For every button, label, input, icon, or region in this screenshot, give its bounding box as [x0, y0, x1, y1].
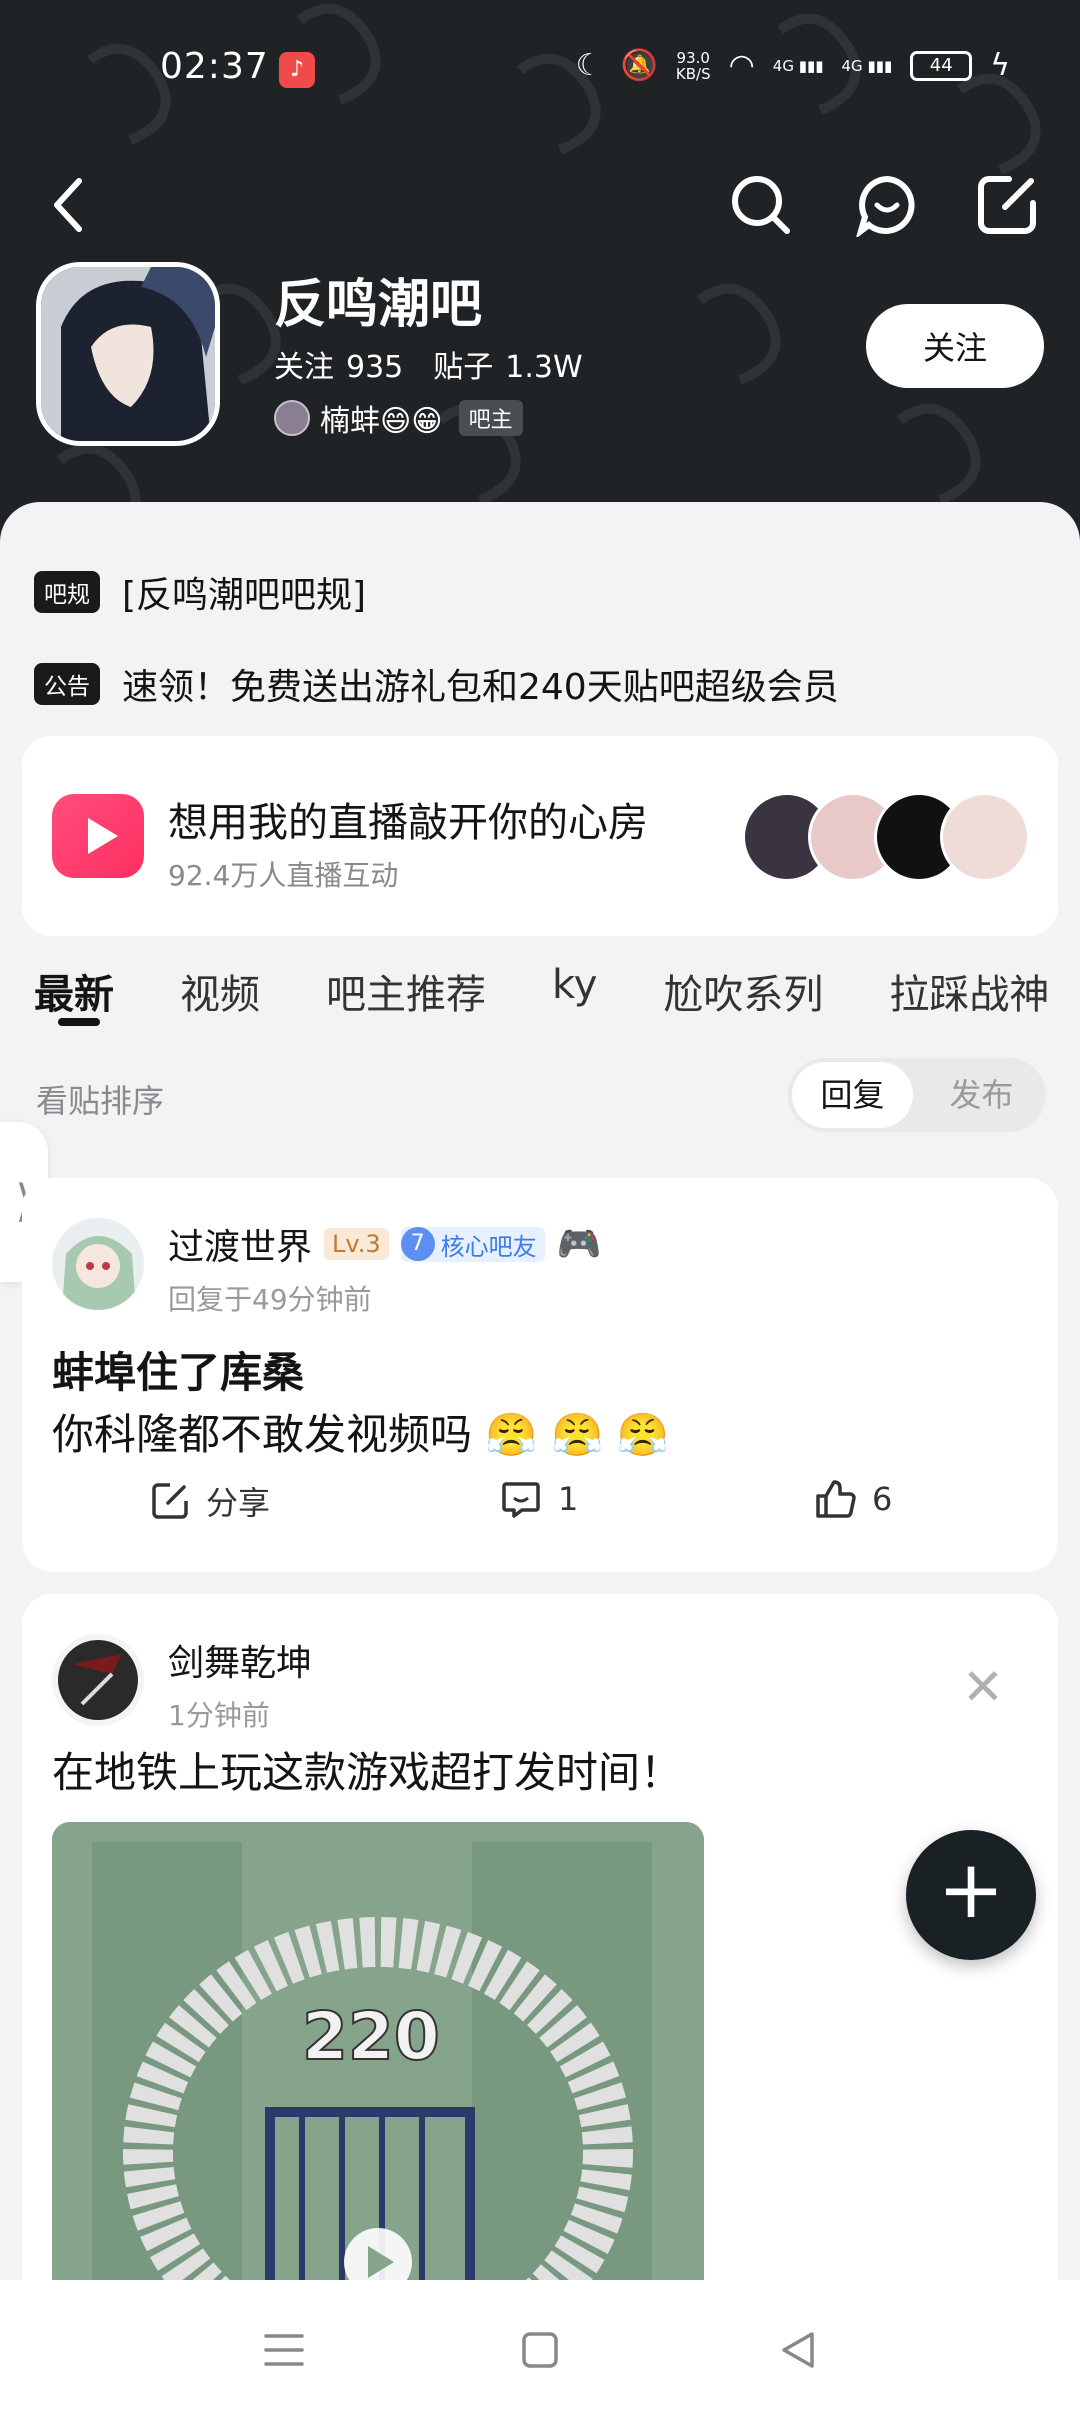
back-triangle-icon — [782, 2332, 814, 2368]
message-button[interactable] — [852, 170, 922, 240]
charging-icon: ϟ — [990, 48, 1010, 83]
status-time: 02:37 — [160, 46, 269, 87]
live-banner[interactable]: 想用我的直播敲开你的心房 92.4万人直播互动 — [22, 736, 1058, 936]
search-icon — [732, 176, 790, 234]
music-app-icon: ♪ — [279, 52, 315, 88]
tab-video[interactable]: 视频 — [180, 962, 260, 1042]
post-time: 1分钟前 — [168, 1699, 270, 1732]
tab-owner-pick[interactable]: 吧主推荐 — [326, 962, 486, 1042]
gamepad-icon: 🎮 — [556, 1224, 602, 1265]
forum-stats: 关注 935 贴子 1.3W — [274, 342, 583, 386]
user-avatar-image — [52, 1218, 144, 1310]
back-nav-button[interactable] — [768, 2320, 828, 2380]
video-overlay-number: 220 — [301, 1997, 441, 2076]
create-post-button[interactable]: + — [906, 1830, 1036, 1960]
forum-content: 吧规 [反鸣潮吧吧规] 公告 速领！免费送出游礼包和240天贴吧超级会员 想用我… — [0, 502, 1080, 2354]
follow-button[interactable]: 关注 — [866, 304, 1044, 388]
announcement-tag: 公告 — [34, 663, 100, 705]
forum-owner[interactable]: 楠蚌😄😁 吧主 — [274, 396, 523, 440]
system-nav-bar — [0, 2280, 1080, 2412]
sort-label: 看贴排序 — [36, 1082, 165, 1120]
comment-icon — [502, 1482, 540, 1518]
net-speed: 93.0 KB/S — [675, 48, 711, 83]
edit-icon — [978, 176, 1036, 234]
like-button[interactable]: 6 — [814, 1478, 892, 1520]
rules-notice[interactable]: 吧规 [反鸣潮吧吧规] — [34, 566, 366, 618]
chat-icon — [856, 175, 915, 237]
announcement-notice[interactable]: 公告 速领！免费送出游礼包和240天贴吧超级会员 — [34, 658, 839, 710]
close-icon[interactable]: ✕ — [962, 1658, 1004, 1716]
username[interactable]: 剑舞乾坤 — [168, 1634, 312, 1686]
live-subtitle: 92.4万人直播互动 — [168, 859, 399, 892]
owner-name: 楠蚌😄😁 — [320, 404, 443, 439]
back-arrow-icon — [54, 178, 82, 232]
sort-by-publish[interactable]: 发布 — [921, 1062, 1042, 1128]
post-title: 蚌埠住了库桑 — [52, 1348, 305, 1397]
share-button[interactable]: 分享 — [150, 1478, 270, 1524]
video-thumbnail[interactable]: 220 — [52, 1822, 704, 2322]
sort-toggle: 回复 发布 — [788, 1058, 1046, 1132]
follow-stat: 关注 935 — [274, 350, 404, 385]
user-avatar-image — [52, 1634, 144, 1726]
tab-series[interactable]: 尬吹系列 — [663, 962, 823, 1042]
wifi-icon: ◠ — [728, 48, 755, 83]
live-title: 想用我的直播敲开你的心房 — [168, 800, 648, 846]
home-button[interactable] — [510, 2320, 570, 2380]
streamer-avatar — [940, 792, 1030, 882]
core-member-badge: 7 核心吧友 — [400, 1226, 545, 1262]
forum-avatar-image — [41, 267, 215, 441]
menu-button[interactable] — [254, 2320, 314, 2380]
rules-text: [反鸣潮吧吧规] — [122, 575, 367, 616]
tab-battle[interactable]: 拉踩战神 — [889, 962, 1049, 1042]
forum-header: 02:37 ♪ ☾ 🔕 93.0 KB/S ◠ 4G ▮▮▮ 4G ▮▮▮ 44 … — [0, 0, 1080, 560]
user-avatar[interactable] — [52, 1634, 144, 1726]
moon-icon: ☾ — [575, 48, 603, 83]
category-tabs: 最新 视频 吧主推荐 ky 尬吹系列 拉踩战神 — [34, 962, 1080, 1042]
signal-1: 4G ▮▮▮ — [772, 56, 824, 75]
user-avatar[interactable] — [52, 1218, 144, 1310]
owner-badge: 吧主 — [458, 400, 523, 436]
announcement-text: 速领！免费送出游礼包和240天贴吧超级会员 — [122, 667, 839, 708]
post-actions: 分享 1 6 — [22, 1478, 1058, 1538]
forum-avatar[interactable] — [36, 262, 220, 446]
compose-button[interactable] — [972, 170, 1042, 240]
back-button[interactable] — [34, 170, 104, 240]
share-icon — [152, 1483, 188, 1519]
thumbs-up-icon — [816, 1480, 856, 1518]
level-badge: Lv.3 — [324, 1228, 389, 1260]
post-title: 在地铁上玩这款游戏超打发时间！ — [52, 1748, 683, 1797]
tab-latest[interactable]: 最新 — [34, 962, 114, 1042]
top-nav — [0, 170, 1080, 240]
post-card[interactable]: 过渡世界 Lv.3 7 核心吧友 🎮 回复于49分钟前 蚌埠住了库桑 你科隆都不敢… — [22, 1178, 1058, 1572]
live-video-icon — [52, 794, 144, 878]
owner-avatar — [274, 400, 310, 436]
post-time: 回复于49分钟前 — [168, 1283, 372, 1316]
username[interactable]: 过渡世界 — [168, 1218, 312, 1270]
sort-by-reply[interactable]: 回复 — [792, 1062, 913, 1128]
posts-stat: 贴子 1.3W — [433, 350, 583, 385]
comment-button[interactable]: 1 — [500, 1478, 578, 1520]
battery-indicator: 44 — [910, 50, 973, 81]
post-user-row: 过渡世界 Lv.3 7 核心吧友 🎮 — [168, 1218, 601, 1270]
home-square-icon — [522, 2332, 558, 2368]
rules-tag: 吧规 — [34, 571, 100, 613]
forum-name: 反鸣潮吧 — [274, 275, 483, 335]
signal-2: 4G ▮▮▮ — [841, 56, 893, 75]
mute-icon: 🔕 — [620, 48, 658, 83]
post-card[interactable]: 剑舞乾坤 1分钟前 ✕ 在地铁上玩这款游戏超打发时间！ 220 — [22, 1594, 1058, 2354]
tab-ky[interactable]: ky — [552, 962, 597, 1042]
post-user-row: 剑舞乾坤 — [168, 1634, 312, 1686]
search-button[interactable] — [726, 170, 796, 240]
menu-icon — [264, 2334, 304, 2366]
status-bar: 02:37 ♪ ☾ 🔕 93.0 KB/S ◠ 4G ▮▮▮ 4G ▮▮▮ 44 … — [0, 40, 1080, 100]
post-body: 你科隆都不敢发视频吗 😤 😤 😤 — [52, 1410, 669, 1459]
